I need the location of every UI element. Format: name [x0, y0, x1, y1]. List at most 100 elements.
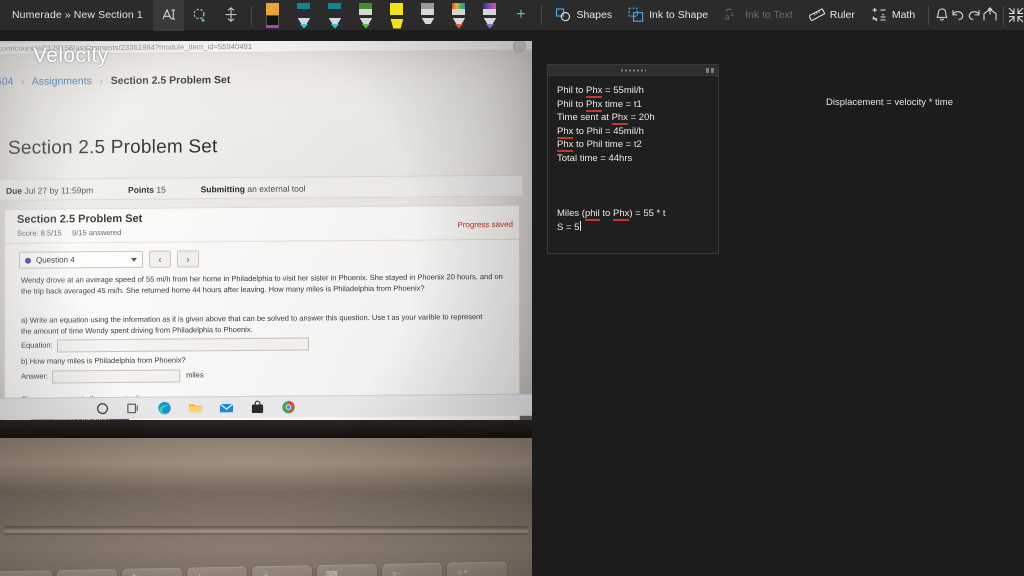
question-part-a: a) Write an equation using the informati…	[21, 312, 491, 353]
breadcrumb: 504 › Assignments › Section 2.5 Problem …	[0, 69, 532, 91]
breadcrumb-course[interactable]: 504	[0, 76, 14, 88]
pencil-gray[interactable]	[412, 0, 443, 31]
laptop-bezel	[0, 420, 532, 438]
answer-unit: miles	[186, 370, 204, 380]
key-f6: + F6	[187, 566, 247, 576]
share-icon[interactable]	[982, 0, 998, 31]
add-pen-button[interactable]: +	[505, 0, 536, 31]
key-glyph: +	[197, 571, 202, 576]
due-value: Jul 27 by 11:59pm	[24, 185, 94, 196]
ruler-button[interactable]: Ruler	[801, 0, 863, 31]
ink-to-shape-button[interactable]: Ink to Shape	[620, 0, 716, 31]
pen-icon	[480, 2, 499, 29]
notification-bell-icon[interactable]	[934, 0, 950, 31]
prev-question-button[interactable]: ‹	[149, 250, 171, 268]
lasso-add-icon[interactable]	[184, 0, 215, 31]
search-icon[interactable]	[95, 401, 110, 416]
redo-icon[interactable]	[966, 0, 982, 31]
ink-to-text-icon: a a	[725, 8, 735, 23]
equation-input[interactable]	[56, 337, 309, 353]
pen-icon	[294, 2, 313, 29]
onenote-window: Numerade » New Section 1 + Shapes Ink to…	[0, 0, 1024, 576]
collapse-ribbon-icon[interactable]	[1008, 0, 1024, 31]
note-line: Time sent at Phx = 20h	[557, 112, 655, 125]
key-glyph: ☼+	[456, 567, 469, 576]
text-cursor	[580, 220, 582, 231]
mail-icon[interactable]	[219, 400, 234, 415]
question-navigation: Question 4 ‹ ›	[19, 250, 199, 269]
note-text-box[interactable]: Phil to Phx = 55mil/h Phil to Phx time =…	[547, 64, 719, 254]
pen-galaxy[interactable]	[474, 0, 505, 31]
breadcrumb-separator: ›	[21, 76, 25, 87]
file-explorer-icon[interactable]	[188, 400, 203, 415]
edge-browser-icon[interactable]	[157, 401, 172, 416]
insert-space-glyph	[225, 7, 237, 22]
note-blank-space	[557, 165, 709, 207]
svg-text:a: a	[731, 10, 735, 18]
note-line-active: S = 5	[557, 220, 582, 233]
ruler-icon	[808, 8, 825, 21]
insert-space-icon[interactable]	[215, 0, 246, 31]
note-box-handle[interactable]	[548, 65, 718, 76]
chevron-down-icon	[131, 257, 137, 262]
key-glyph: 🔒	[261, 571, 271, 576]
answer-input[interactable]	[52, 369, 181, 384]
key-f10: ☼+ F10	[447, 561, 507, 576]
points-label: Points	[128, 184, 155, 195]
quiz-title: Section 2.5 Problem Set	[17, 212, 143, 226]
undo-icon[interactable]	[950, 0, 966, 31]
pen-tray: +	[257, 0, 547, 31]
task-view-icon[interactable]	[126, 401, 141, 416]
pen-rainbow[interactable]	[443, 0, 474, 31]
ink-to-text-button[interactable]: a a Ink to Text	[716, 0, 801, 31]
pen-green[interactable]	[350, 0, 381, 31]
selection-tool-group	[153, 0, 257, 31]
store-glyph	[251, 400, 264, 414]
chrome-browser-icon[interactable]	[281, 400, 296, 415]
eraser-tool[interactable]	[257, 0, 288, 31]
equation-label: Equation:	[21, 340, 53, 351]
share-glyph	[983, 7, 997, 21]
lasso-text-select-icon[interactable]	[153, 0, 185, 31]
ribbon-divider	[251, 5, 253, 25]
lasso-text-select-glyph	[162, 8, 175, 20]
lasso-add-glyph	[193, 8, 205, 22]
note-line: Phil to Phx time = t1	[557, 98, 642, 112]
laptop-chassis	[0, 438, 532, 576]
shapes-button[interactable]: Shapes	[547, 0, 620, 31]
pen-teal-2[interactable]	[319, 0, 350, 31]
question-text: Wendy drove at an average speed of 55 mi…	[21, 271, 503, 296]
microsoft-store-icon[interactable]	[250, 400, 265, 415]
laptop-keyboard: 🔊 F3 ☀ F4 🔍 F5 + F6	[0, 561, 532, 576]
draw-ribbon: Numerade » New Section 1 + Shapes Ink to…	[0, 0, 1024, 31]
drag-handle-icon	[620, 69, 646, 72]
document-title: Numerade » New Section 1	[12, 9, 143, 21]
next-question-button[interactable]: ›	[177, 250, 199, 268]
key-f7: 🔒 F7	[252, 565, 312, 576]
note-line: Phx to Phil = 45mil/h	[557, 125, 644, 139]
pasted-photo-laptop-canvas[interactable]: com/courses/1129158/assignments/23361984…	[0, 41, 532, 576]
question-part-b: b) How many miles is Philadelphia from P…	[21, 353, 441, 384]
annotation-displacement-formula[interactable]: Displacement = velocity * time	[826, 97, 953, 108]
folder-glyph	[188, 404, 203, 413]
scroll-indicator[interactable]	[513, 41, 526, 53]
highlighter-yellow[interactable]	[381, 0, 412, 31]
submitting-label: Submitting	[200, 183, 245, 195]
highlighter-icon	[387, 2, 406, 29]
math-button[interactable]: Math	[863, 0, 923, 31]
ink-note-velocity[interactable]: Velocity	[33, 44, 109, 68]
breadcrumb-assignments[interactable]: Assignments	[32, 75, 92, 87]
pen-teal[interactable]	[288, 0, 319, 31]
quiz-header: Section 2.5 Problem Set Score: 8.5/15 9/…	[5, 205, 519, 244]
note-box-content[interactable]: Phil to Phx = 55mil/h Phil to Phx time =…	[548, 76, 718, 234]
points-value: 15	[156, 184, 166, 195]
question-status-dot	[25, 257, 31, 264]
answer-label: Answer:	[21, 371, 49, 381]
mail-glyph	[219, 403, 234, 413]
question-select-dropdown[interactable]: Question 4	[19, 250, 143, 269]
collapse-glyph	[1008, 7, 1024, 23]
photo-content: com/courses/1129158/assignments/23361984…	[0, 41, 532, 576]
note-box-menu-icon[interactable]	[706, 68, 714, 73]
bell-glyph	[936, 8, 947, 21]
breadcrumb-current: Section 2.5 Problem Set	[110, 74, 231, 88]
